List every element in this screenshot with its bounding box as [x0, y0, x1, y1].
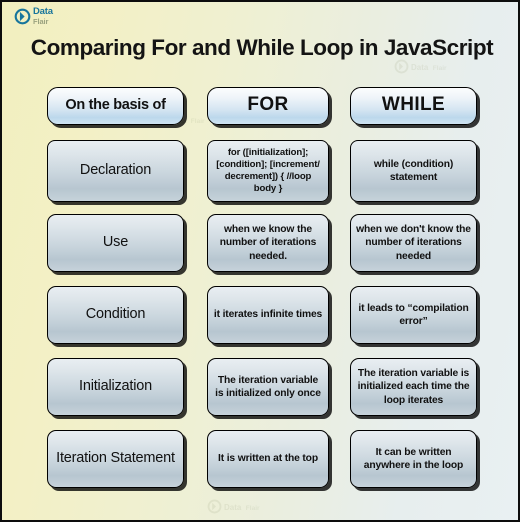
for-value: it iterates infinite times: [213, 309, 323, 321]
page-title: Comparing For and While Loop in JavaScri…: [30, 35, 494, 60]
row-cell-for: when we know the number of iterations ne…: [187, 207, 332, 279]
while-value: it leads to “compilation error”: [358, 302, 469, 327]
criterion-box-initialization[interactable]: Initialization: [47, 358, 184, 416]
header-box-while[interactable]: WHILE: [350, 86, 477, 125]
row-cell-while: It can be written anywhere in the loop: [332, 423, 518, 495]
dataflair-circle-icon: [207, 499, 222, 513]
dataflair-circle-icon: [14, 8, 31, 24]
watermark-line2: Flair: [432, 65, 447, 72]
row-cell-criterion: Use: [2, 207, 187, 279]
criterion-box-declaration[interactable]: Declaration: [47, 140, 184, 202]
criterion-label: Condition: [85, 306, 146, 323]
for-box-use[interactable]: when we know the number of iterations ne…: [207, 214, 329, 272]
row-cell-while: while (condition) statement: [332, 135, 518, 207]
header-cell-criteria: On the basis of: [2, 76, 187, 135]
row-cell-for: The iteration variable is initialized on…: [187, 351, 332, 423]
criterion-label: Declaration: [79, 162, 152, 179]
row-cell-while: when we don't know the number of iterati…: [332, 207, 518, 279]
header-label-criteria: On the basis of: [65, 96, 166, 113]
watermark-line1: Data: [411, 63, 429, 72]
row-cell-for: It is written at the top: [187, 423, 332, 495]
for-box-declaration[interactable]: for ([initialization]; [condition]; [inc…: [207, 140, 329, 202]
comparison-table: On the basis of FOR WHILE Declaration fo…: [2, 76, 518, 495]
while-box-declaration[interactable]: while (condition) statement: [350, 140, 477, 202]
table-row: Iteration Statement It is written at the…: [2, 423, 518, 495]
criterion-box-condition[interactable]: Condition: [47, 286, 184, 344]
header-box-for[interactable]: FOR: [207, 86, 329, 125]
header-box-criteria[interactable]: On the basis of: [47, 86, 184, 125]
row-cell-while: it leads to “compilation error”: [332, 279, 518, 351]
watermark-logo: Data Flair: [207, 497, 260, 515]
row-cell-criterion: Condition: [2, 279, 187, 351]
dataflair-logo[interactable]: Data Flair: [14, 7, 53, 25]
row-cell-for: it iterates infinite times: [187, 279, 332, 351]
watermark-wordmark: Data Flair: [224, 497, 260, 515]
table-row: Use when we know the number of iteration…: [2, 207, 518, 279]
for-value: It is written at the top: [218, 453, 318, 465]
criterion-label: Use: [102, 234, 129, 251]
while-box-iteration-statement[interactable]: It can be written anywhere in the loop: [350, 430, 477, 488]
for-box-condition[interactable]: it iterates infinite times: [207, 286, 329, 344]
row-cell-criterion: Declaration: [2, 135, 187, 207]
for-box-iteration-statement[interactable]: It is written at the top: [207, 430, 329, 488]
for-value: The iteration variable is initialized on…: [215, 374, 321, 399]
for-value: for ([initialization]; [condition]; [inc…: [216, 147, 320, 194]
watermark-line2: Flair: [245, 505, 260, 512]
criterion-label: Iteration Statement: [56, 450, 175, 467]
criterion-box-iteration-statement[interactable]: Iteration Statement: [47, 430, 184, 488]
infographic-canvas: Data Flair Data Flair Data Flair Data: [0, 0, 520, 522]
while-box-initialization[interactable]: The iteration variable is initialized ea…: [350, 358, 477, 416]
table-row: Condition it iterates infinite times it …: [2, 279, 518, 351]
while-value: It can be written anywhere in the loop: [363, 446, 464, 471]
while-box-use[interactable]: when we don't know the number of iterati…: [350, 214, 477, 272]
while-box-condition[interactable]: it leads to “compilation error”: [350, 286, 477, 344]
header-cell-for: FOR: [187, 76, 332, 135]
table-row: Initialization The iteration variable is…: [2, 351, 518, 423]
logo-line1: Data: [33, 6, 53, 17]
criterion-label: Initialization: [79, 378, 152, 395]
header-label-while: WHILE: [381, 94, 446, 116]
while-value: The iteration variable is initialized ea…: [357, 367, 470, 406]
table-header-row: On the basis of FOR WHILE: [2, 76, 518, 135]
for-box-initialization[interactable]: The iteration variable is initialized on…: [207, 358, 329, 416]
logo-wordmark: Data Flair: [33, 7, 53, 25]
row-cell-while: The iteration variable is initialized ea…: [332, 351, 518, 423]
header-cell-while: WHILE: [332, 76, 518, 135]
criterion-box-use[interactable]: Use: [47, 214, 184, 272]
row-cell-criterion: Initialization: [2, 351, 187, 423]
row-cell-for: for ([initialization]; [condition]; [inc…: [187, 135, 332, 207]
logo-line2: Flair: [33, 16, 49, 26]
while-value: when we don't know the number of iterati…: [356, 223, 471, 262]
row-cell-criterion: Iteration Statement: [2, 423, 187, 495]
header-label-for: FOR: [247, 94, 289, 116]
watermark-line1: Data: [224, 503, 242, 512]
for-value: when we know the number of iterations ne…: [219, 223, 317, 262]
while-value: while (condition) statement: [373, 158, 454, 183]
table-row: Declaration for ([initialization]; [cond…: [2, 135, 518, 207]
